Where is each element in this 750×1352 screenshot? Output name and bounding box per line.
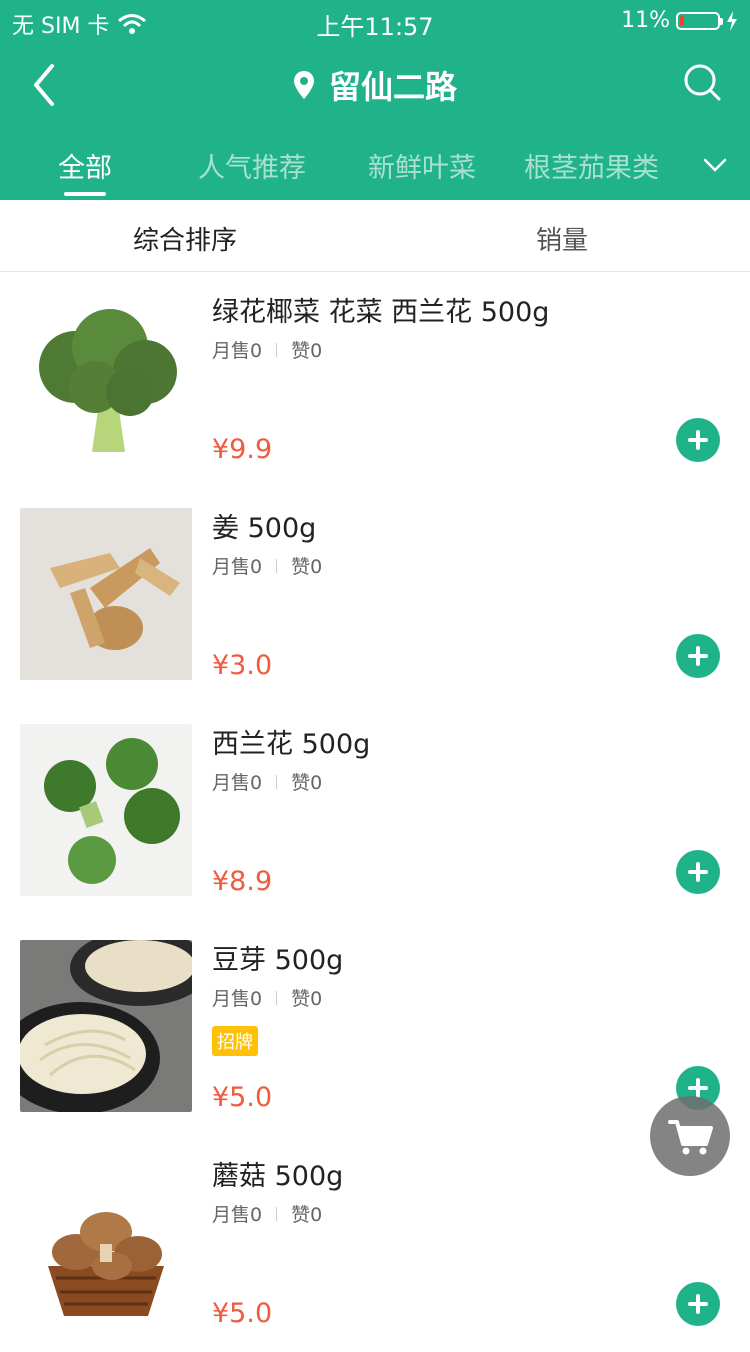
status-bar: 无 SIM 卡 上午11:57 11% — [0, 0, 750, 41]
mushroom-image — [20, 1156, 192, 1328]
likes-count: 赞0 — [291, 988, 323, 1010]
battery-level-fill — [680, 15, 684, 26]
sort-default-button[interactable]: 综合排序 — [133, 220, 237, 257]
product-stats: 月售0 赞0 — [212, 336, 322, 363]
page-title[interactable]: 留仙二路 — [0, 62, 750, 108]
battery-indicator: 11% — [621, 8, 738, 33]
monthly-sales: 月售0 — [212, 1204, 263, 1226]
product-name: 西兰花 500g — [212, 729, 371, 760]
search-icon[interactable] — [682, 62, 722, 102]
add-to-cart-button[interactable] — [676, 1282, 720, 1326]
product-stats: 月售0 赞0 — [212, 552, 322, 579]
monthly-sales: 月售0 — [212, 988, 263, 1010]
tab-popular[interactable]: 人气推荐 — [198, 146, 306, 185]
add-to-cart-button[interactable] — [676, 418, 720, 462]
active-tab-indicator — [64, 192, 106, 196]
sort-bar: 综合排序 销量 — [0, 200, 750, 272]
divider — [276, 558, 278, 573]
tab-root-vegetables[interactable]: 根茎茄果类 — [524, 146, 659, 185]
battery-icon — [676, 11, 723, 30]
product-stats: 月售0 赞0 — [212, 984, 322, 1011]
product-stats: 月售0 赞0 — [212, 1200, 322, 1227]
sort-sales-button[interactable]: 销量 — [536, 220, 588, 257]
divider — [276, 342, 278, 357]
product-price: ¥5.0 — [212, 1082, 273, 1113]
shopping-cart-icon — [668, 1120, 713, 1155]
product-price: ¥3.0 — [212, 650, 273, 681]
chevron-down-icon[interactable] — [702, 152, 728, 178]
product-name: 豆芽 500g — [212, 945, 344, 976]
add-to-cart-button[interactable] — [676, 634, 720, 678]
bean-sprouts-image — [20, 940, 192, 1112]
product-price: ¥5.0 — [212, 1298, 273, 1329]
shopping-cart-button[interactable] — [650, 1096, 730, 1176]
signature-badge: 招牌 — [212, 1026, 258, 1056]
product-item[interactable]: 姜 500g 月售0 赞0 ¥3.0 — [0, 488, 750, 704]
category-tabs: 全部 人气推荐 新鲜叶菜 根茎茄果类 — [0, 140, 750, 200]
product-price: ¥9.9 — [212, 434, 273, 465]
product-name: 姜 500g — [212, 513, 317, 544]
product-price: ¥8.9 — [212, 866, 273, 897]
likes-count: 赞0 — [291, 1204, 323, 1226]
tab-fresh-leafy[interactable]: 新鲜叶菜 — [368, 146, 476, 185]
page-title-label: 留仙二路 — [328, 68, 457, 106]
broccoli-florets-image — [20, 724, 192, 896]
product-name: 绿花椰菜 花菜 西兰花 500g — [212, 297, 550, 328]
broccoli-image — [20, 292, 192, 464]
divider — [276, 990, 278, 1005]
product-item[interactable]: 西兰花 500g 月售0 赞0 ¥8.9 — [0, 704, 750, 920]
location-pin-icon — [293, 71, 314, 99]
product-item[interactable]: 蘑菇 500g 月售0 赞0 ¥5.0 — [0, 1136, 750, 1352]
app-header: 无 SIM 卡 上午11:57 11% 留仙二路 全部 人气推荐 新鲜叶菜 根茎… — [0, 0, 750, 200]
monthly-sales: 月售0 — [212, 556, 263, 578]
add-to-cart-button[interactable] — [676, 850, 720, 894]
ginger-image — [20, 508, 192, 680]
product-item[interactable]: 绿花椰菜 花菜 西兰花 500g 月售0 赞0 ¥9.9 — [0, 272, 750, 488]
likes-count: 赞0 — [291, 556, 323, 578]
charging-icon — [727, 10, 737, 31]
battery-percent: 11% — [621, 8, 670, 33]
product-item[interactable]: 豆芽 500g 月售0 赞0 招牌 ¥5.0 — [0, 920, 750, 1136]
product-name: 蘑菇 500g — [212, 1161, 344, 1192]
monthly-sales: 月售0 — [212, 772, 263, 794]
monthly-sales: 月售0 — [212, 340, 263, 362]
divider — [276, 774, 278, 789]
likes-count: 赞0 — [291, 772, 323, 794]
product-stats: 月售0 赞0 — [212, 768, 322, 795]
likes-count: 赞0 — [291, 340, 323, 362]
divider — [276, 1206, 278, 1221]
tab-all[interactable]: 全部 — [58, 146, 112, 185]
